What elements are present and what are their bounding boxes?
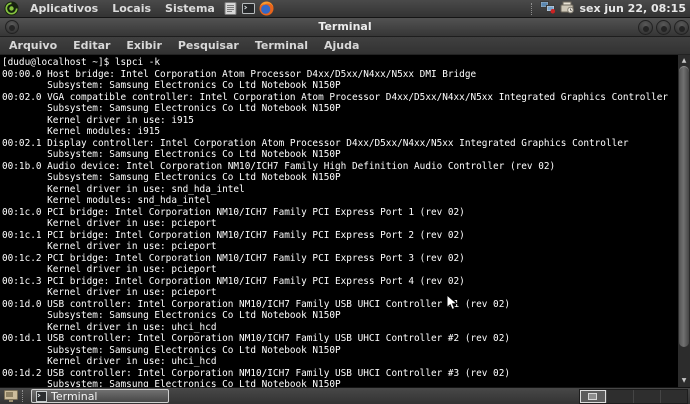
- menu-pesquisar[interactable]: Pesquisar: [170, 37, 247, 55]
- terminal-line: Subsystem: Samsung Electronics Co Ltd No…: [2, 80, 674, 92]
- desktop: Aplicativos Locais Sistema: [0, 0, 690, 404]
- workspace-1[interactable]: [580, 390, 607, 403]
- minimize-button[interactable]: [638, 20, 653, 35]
- terminal-line: Subsystem: Samsung Electronics Co Ltd No…: [2, 379, 674, 387]
- window-title: Terminal: [0, 18, 690, 37]
- scroll-up-icon[interactable]: ▲: [678, 55, 690, 66]
- terminal-line: 00:1c.3 PCI bridge: Intel Corporation NM…: [2, 276, 674, 288]
- distro-logo-icon[interactable]: [3, 1, 19, 16]
- terminal-icon: [242, 2, 255, 15]
- terminal-icon: [36, 391, 47, 402]
- bottom-panel: Terminal: [0, 387, 690, 404]
- firefox-launcher[interactable]: [259, 1, 275, 16]
- terminal-line: 00:1d.2 USB controller: Intel Corporatio…: [2, 368, 674, 380]
- terminal-line: 00:1c.1 PCI bridge: Intel Corporation NM…: [2, 230, 674, 242]
- terminal-line: Kernel driver in use: i915: [2, 115, 674, 127]
- terminal-line: Kernel driver in use: pcieport: [2, 264, 674, 276]
- terminal-line: Kernel driver in use: snd_hda_intel: [2, 184, 674, 196]
- terminal-line: Subsystem: Samsung Electronics Co Ltd No…: [2, 149, 674, 161]
- firefox-icon: [259, 1, 274, 16]
- menu-sistema[interactable]: Sistema: [158, 0, 222, 18]
- terminal-line: Kernel driver in use: uhci_hcd: [2, 356, 674, 368]
- system-tray: sex jun 22, 08:15: [529, 0, 686, 17]
- terminal-line: Kernel driver in use: pcieport: [2, 287, 674, 299]
- menubar: Arquivo Editar Exibir Pesquisar Terminal…: [0, 37, 690, 55]
- scroll-down-icon[interactable]: ▼: [678, 375, 690, 386]
- menu-exibir[interactable]: Exibir: [118, 37, 169, 55]
- clock[interactable]: sex jun 22, 08:15: [579, 2, 686, 15]
- terminal-line: 00:1c.2 PCI bridge: Intel Corporation NM…: [2, 253, 674, 265]
- scrollbar-thumb[interactable]: [679, 66, 689, 347]
- show-desktop-icon: [4, 390, 18, 403]
- terminal-line: 00:1d.0 USB controller: Intel Corporatio…: [2, 299, 674, 311]
- text-editor-icon: [224, 2, 237, 15]
- terminal-line: Kernel modules: i915: [2, 126, 674, 138]
- workspace-3[interactable]: [634, 390, 661, 403]
- maximize-button[interactable]: [656, 20, 671, 35]
- terminal-line: Subsystem: Samsung Electronics Co Ltd No…: [2, 310, 674, 322]
- terminal-line: 00:1b.0 Audio device: Intel Corporation …: [2, 161, 674, 173]
- terminal-window: Terminal Arquivo Editar Exibir Pesquisar…: [0, 18, 690, 387]
- taskbar-item-label: Terminal: [51, 390, 98, 403]
- terminal-screen[interactable]: [dudu@localhost ~]$ lspci -k00:00.0 Host…: [0, 55, 690, 387]
- workspace-2[interactable]: [607, 390, 634, 403]
- terminal-line: 00:02.0 VGA compatible controller: Intel…: [2, 92, 674, 104]
- top-panel: Aplicativos Locais Sistema: [0, 0, 690, 18]
- window-controls: [638, 20, 689, 35]
- terminal-line: 00:1d.1 USB controller: Intel Corporatio…: [2, 333, 674, 345]
- terminal-line: Kernel driver in use: uhci_hcd: [2, 322, 674, 334]
- terminal-line: 00:00.0 Host bridge: Intel Corporation A…: [2, 69, 674, 81]
- tasklist-handle: [22, 390, 25, 402]
- terminal-line: Subsystem: Samsung Electronics Co Ltd No…: [2, 172, 674, 184]
- workspace-4[interactable]: [661, 390, 687, 403]
- menu-terminal[interactable]: Terminal: [247, 37, 316, 55]
- tray-separator: [531, 3, 534, 15]
- menu-ajuda[interactable]: Ajuda: [316, 37, 367, 55]
- titlebar[interactable]: Terminal: [0, 18, 690, 37]
- menu-locais[interactable]: Locais: [105, 0, 158, 18]
- scrollbar[interactable]: ▲ ▼: [676, 55, 690, 387]
- text-editor-launcher[interactable]: [223, 1, 239, 16]
- terminal-launcher[interactable]: [241, 1, 257, 16]
- terminal-line: Subsystem: Samsung Electronics Co Ltd No…: [2, 345, 674, 357]
- terminal-line: Kernel driver in use: pcieport: [2, 218, 674, 230]
- workspace-switcher: [579, 389, 688, 404]
- network-icon[interactable]: [540, 0, 556, 17]
- terminal-line: Kernel driver in use: pcieport: [2, 241, 674, 253]
- taskbar-item-terminal[interactable]: Terminal: [31, 389, 169, 403]
- terminal-line: [dudu@localhost ~]$ lspci -k: [2, 57, 674, 69]
- updates-icon[interactable]: [560, 1, 575, 17]
- terminal-line: Subsystem: Samsung Electronics Co Ltd No…: [2, 103, 674, 115]
- terminal-output: [dudu@localhost ~]$ lspci -k00:00.0 Host…: [2, 57, 674, 387]
- workspace-window-miniature: [588, 393, 597, 400]
- menu-editar[interactable]: Editar: [65, 37, 118, 55]
- terminal-line: 00:1c.0 PCI bridge: Intel Corporation NM…: [2, 207, 674, 219]
- show-desktop-button[interactable]: [2, 389, 20, 404]
- terminal-line: 00:02.1 Display controller: Intel Corpor…: [2, 138, 674, 150]
- window-menu-button[interactable]: [5, 20, 19, 34]
- menu-arquivo[interactable]: Arquivo: [1, 37, 65, 55]
- menu-aplicativos[interactable]: Aplicativos: [23, 0, 105, 18]
- terminal-line: Kernel modules: snd_hda_intel: [2, 195, 674, 207]
- close-button[interactable]: [674, 20, 689, 35]
